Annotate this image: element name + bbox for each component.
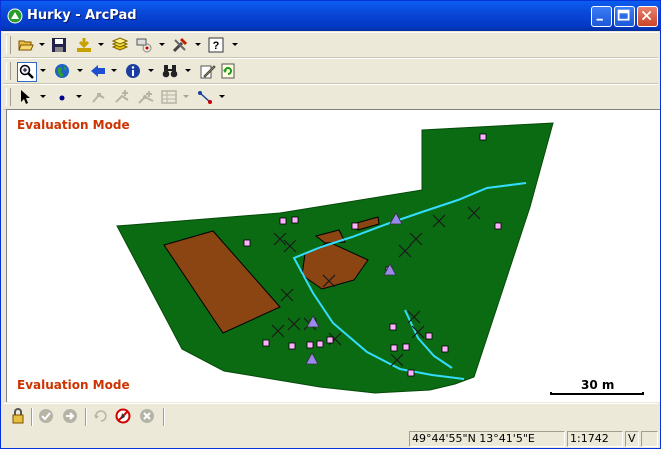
survey-point-marker [288, 342, 296, 350]
survey-point-marker [306, 341, 314, 349]
refresh-icon[interactable] [219, 62, 237, 80]
survey-point-marker [326, 336, 334, 344]
open-dropdown-icon[interactable] [39, 43, 45, 46]
info-icon[interactable] [124, 62, 142, 80]
mode-indicator: V [625, 431, 639, 447]
map-view[interactable]: Evaluation Mode Evaluation Mode 30 m [6, 109, 661, 402]
table-icon [160, 88, 178, 106]
survey-point-marker [316, 340, 324, 348]
tools-icon[interactable] [171, 36, 189, 54]
zoom-dropdown-icon[interactable] [40, 69, 46, 72]
edit-pencil-icon[interactable] [199, 62, 217, 80]
add-data-icon[interactable] [75, 36, 93, 54]
lock-icon[interactable] [9, 407, 27, 425]
edit-status-bar [3, 403, 658, 429]
back-arrow-icon[interactable] [89, 62, 107, 80]
coordinates-readout: 49°44'55"N 13°41'5"E [409, 431, 565, 447]
toolbar-grip[interactable] [6, 62, 11, 80]
map-canvas[interactable] [7, 110, 661, 402]
info-dropdown-icon[interactable] [148, 69, 154, 72]
survey-point-marker [407, 369, 415, 377]
gps-dropdown-icon[interactable] [159, 43, 165, 46]
line-edit-icon[interactable] [196, 88, 214, 106]
zoom-in-icon[interactable] [17, 62, 37, 82]
add-vertex-icon [137, 88, 155, 106]
survey-point-marker [243, 239, 251, 247]
survey-point-marker [262, 339, 270, 347]
select-pointer-icon[interactable] [16, 88, 34, 106]
back-dropdown-icon[interactable] [111, 69, 117, 72]
help-icon[interactable]: ? [207, 36, 225, 54]
separator [85, 408, 87, 426]
svg-text:?: ? [213, 40, 220, 52]
scale-bar [550, 392, 644, 395]
scale-bar-label: 30 m [581, 378, 615, 392]
separator [163, 408, 165, 426]
point-dropdown-icon[interactable] [76, 95, 82, 98]
survey-point-marker [479, 133, 487, 141]
save-icon[interactable] [50, 36, 68, 54]
toolbar-main: ? [3, 32, 658, 58]
map-scale-readout: 1:1742 [567, 431, 623, 447]
move-vertex-icon [113, 88, 131, 106]
forward-icon [61, 407, 79, 425]
survey-point-marker [494, 222, 502, 230]
survey-point-marker [441, 345, 449, 353]
table-dropdown-icon [183, 95, 189, 98]
toolbar-edit [3, 84, 658, 110]
toolbar-grip[interactable] [6, 88, 11, 106]
survey-point-marker [390, 344, 398, 352]
title-bar[interactable]: Hurky - ArcPad [1, 1, 660, 31]
globe-dropdown-icon[interactable] [77, 69, 83, 72]
help-dropdown-icon[interactable] [232, 43, 238, 46]
close-button[interactable] [637, 6, 658, 27]
window-title: Hurky - ArcPad [27, 8, 137, 23]
tools-dropdown-icon[interactable] [195, 43, 201, 46]
arcpad-window: Hurky - ArcPad ? Evaluation Mode Evaluat… [0, 0, 661, 449]
status-extra-cell [641, 431, 658, 447]
select-dropdown-icon[interactable] [40, 95, 46, 98]
toolbar-navigation [3, 58, 658, 84]
survey-point-marker [425, 332, 433, 340]
survey-point-marker [402, 343, 410, 351]
accept-icon [37, 407, 55, 425]
delete-icon [138, 407, 156, 425]
minimize-button[interactable] [591, 6, 612, 27]
open-folder-icon[interactable] [17, 36, 35, 54]
evaluation-mode-watermark: Evaluation Mode [17, 118, 130, 132]
evaluation-mode-watermark: Evaluation Mode [17, 378, 130, 392]
cancel-edit-icon[interactable] [114, 407, 132, 425]
toolbar-grip[interactable] [6, 36, 11, 54]
survey-point-marker [279, 217, 287, 225]
separator [31, 408, 33, 426]
vertex-icon [89, 88, 107, 106]
maximize-button[interactable] [614, 6, 635, 27]
point-icon[interactable] [53, 88, 71, 106]
undo-icon [91, 407, 109, 425]
survey-point-marker [351, 222, 359, 230]
binoculars-icon[interactable] [161, 62, 179, 80]
status-bar: 49°44'55"N 13°41'5"E 1:1742 V [3, 429, 658, 448]
globe-icon[interactable] [53, 62, 71, 80]
layers-icon[interactable] [111, 36, 129, 54]
survey-point-marker [291, 216, 299, 224]
gps-icon[interactable] [135, 36, 153, 54]
arcpad-app-icon [7, 8, 23, 24]
survey-point-marker [389, 323, 397, 331]
binoculars-dropdown-icon[interactable] [185, 69, 191, 72]
line-edit-dropdown-icon[interactable] [219, 95, 225, 98]
add-data-dropdown-icon[interactable] [98, 43, 104, 46]
